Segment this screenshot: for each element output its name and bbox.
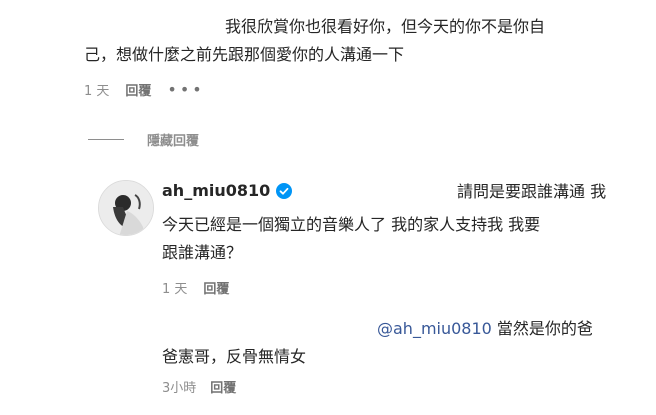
reply-button[interactable]: 回覆 bbox=[203, 278, 229, 297]
reply-meta: 1 天 回覆 bbox=[162, 278, 229, 297]
avatar[interactable] bbox=[98, 180, 154, 236]
reply-text-line-3: 跟誰溝通？ bbox=[162, 243, 243, 262]
more-options-icon[interactable]: ••• bbox=[167, 80, 204, 99]
reply2-text-rest: 當然是你的爸 bbox=[491, 319, 593, 338]
comment-text-line-1: 我很欣賞你也很看好你，但今天的你不是你自 bbox=[225, 17, 546, 36]
comment-text-line-2: 己，想做什麼之前先跟那個愛你的人溝通一下 bbox=[84, 45, 405, 64]
reply-header: ah_miu0810 bbox=[162, 181, 293, 200]
replies-divider bbox=[88, 139, 124, 140]
reply-text-line-1: 請問是要跟誰溝通 我 bbox=[457, 182, 607, 201]
reply-button[interactable]: 回覆 bbox=[125, 80, 151, 99]
mention-link[interactable]: @ah_miu0810 bbox=[377, 319, 492, 338]
comment-meta: 1 天 回覆 ••• bbox=[84, 80, 205, 99]
reply2-meta: 3小時 回覆 bbox=[162, 377, 236, 396]
verified-badge-icon bbox=[276, 182, 293, 199]
reply-text-line-2: 今天已經是一個獨立的音樂人了 我的家人支持我 我要 bbox=[162, 215, 541, 234]
hide-replies-button[interactable]: 隱藏回覆 bbox=[147, 130, 199, 149]
reply-time: 1 天 bbox=[162, 282, 188, 297]
comment-time: 1 天 bbox=[84, 84, 110, 99]
avatar-image bbox=[99, 181, 153, 235]
username[interactable]: ah_miu0810 bbox=[162, 181, 270, 200]
reply2-time: 3小時 bbox=[162, 381, 197, 396]
reply-button[interactable]: 回覆 bbox=[210, 377, 236, 396]
reply2-text-line-2: 爸憲哥，反骨無情女 bbox=[162, 347, 307, 366]
reply2-text-line-1: @ah_miu0810 當然是你的爸 bbox=[377, 314, 593, 343]
